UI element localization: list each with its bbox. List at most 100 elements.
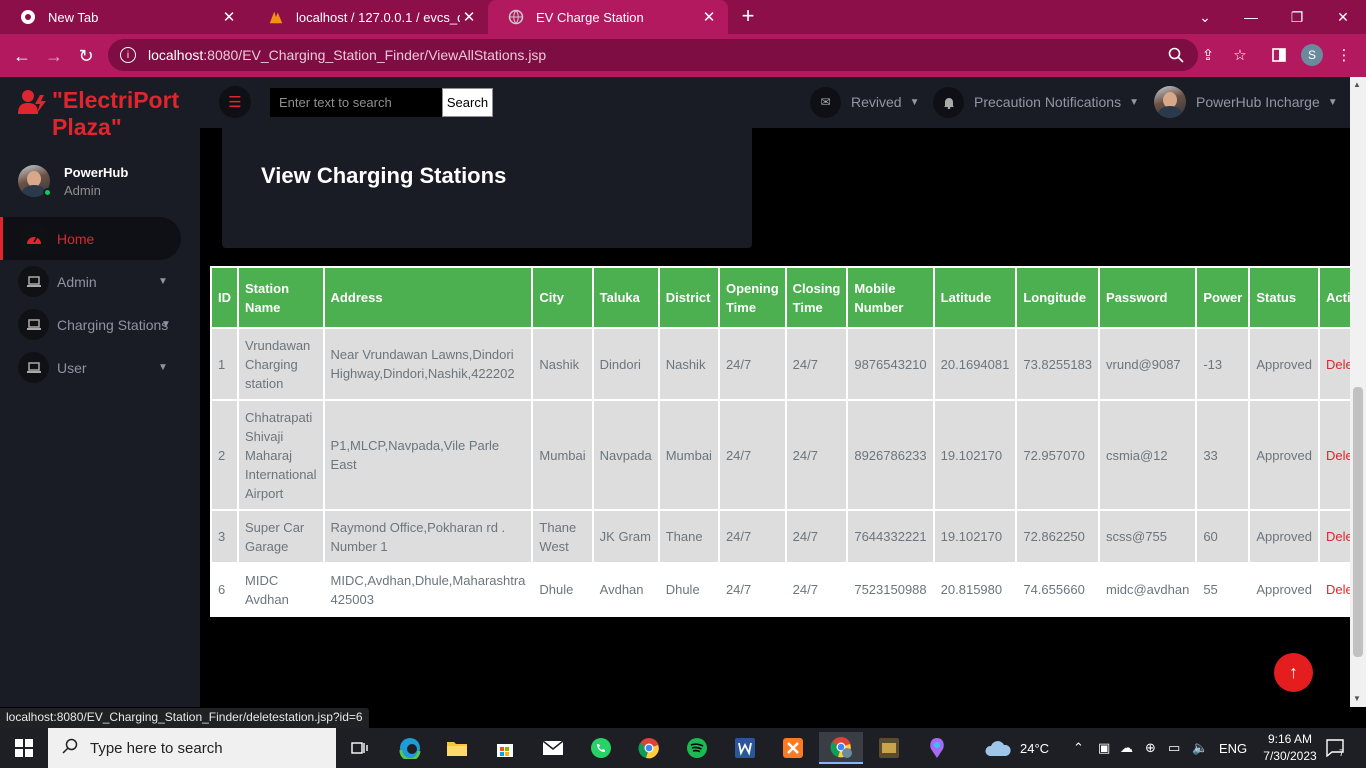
cell-longitude: 73.8255183	[1015, 327, 1101, 401]
close-icon[interactable]: ✕	[460, 8, 478, 26]
tab-phpmyadmin[interactable]: localhost / 127.0.0.1 / evcs_db / r ✕	[248, 0, 488, 34]
search-input[interactable]	[270, 88, 442, 117]
sidebar-item-charging-stations[interactable]: Charging Stations ▼	[0, 303, 181, 346]
tab-search-icon[interactable]: ⌄	[1182, 0, 1228, 34]
cell-station-name: Chhatrapati Shivaji Maharaj Internationa…	[237, 399, 325, 511]
file-explorer-icon[interactable]	[435, 732, 479, 764]
bookmark-star-icon[interactable]: ☆	[1229, 44, 1251, 66]
back-icon[interactable]: ←	[9, 43, 35, 69]
close-icon[interactable]: ✕	[700, 8, 718, 26]
laptop-icon	[18, 309, 49, 340]
url-text: localhost:8080/EV_Charging_Station_Finde…	[148, 47, 547, 63]
close-icon[interactable]: ✕	[220, 8, 238, 26]
minimize-icon[interactable]: —	[1228, 0, 1274, 34]
scroll-up-arrow-icon[interactable]: ▲	[1353, 80, 1361, 89]
scroll-down-arrow-icon[interactable]: ▼	[1353, 694, 1361, 703]
chevron-down-icon: ▼	[1129, 96, 1139, 108]
cell-longitude: 72.862250	[1015, 509, 1101, 564]
side-panel-icon[interactable]	[1268, 44, 1290, 66]
column-header: District	[657, 266, 720, 329]
hamburger-menu-icon[interactable]: ☰	[219, 86, 251, 118]
word-icon[interactable]	[723, 732, 767, 764]
profile-label: PowerHub Incharge	[1196, 94, 1320, 110]
table-row: 1 Vrundawan Charging station Near Vrunda…	[210, 327, 1366, 401]
cell-opening-time: 24/7	[717, 562, 787, 617]
reload-icon[interactable]: ↻	[73, 43, 99, 69]
cloud-icon[interactable]: ☁	[1120, 728, 1133, 768]
page-scrollbar[interactable]: ▲ ▼	[1350, 77, 1366, 707]
cell-status: Approved	[1248, 509, 1320, 564]
language-indicator[interactable]: ENG	[1219, 728, 1247, 768]
column-header: Closing Time	[784, 266, 849, 329]
spotify-icon[interactable]	[675, 732, 719, 764]
cell-address: MIDC,Avdhan,Dhule,Maharashtra 425003	[322, 562, 534, 617]
scrollbar-thumb[interactable]	[1353, 387, 1363, 657]
cell-power: 55	[1195, 562, 1251, 617]
close-window-icon[interactable]: ✕	[1320, 0, 1366, 34]
tab-new-tab[interactable]: New Tab ✕	[0, 0, 248, 34]
network-globe-icon[interactable]: ⊕	[1145, 728, 1156, 768]
cell-status: Approved	[1248, 327, 1320, 401]
xampp-icon[interactable]	[771, 732, 815, 764]
messages-label: Revived	[851, 94, 902, 110]
menu-kebab-icon[interactable]: ⋮	[1333, 44, 1355, 66]
weather-widget[interactable]: 24°C	[984, 728, 1049, 768]
cell-taluka: JK Gram	[591, 509, 660, 564]
cell-closing-time: 24/7	[784, 562, 849, 617]
cell-address: Raymond Office,Pokharan rd . Number 1	[322, 509, 534, 564]
cell-taluka: Dindori	[591, 327, 660, 401]
camera-icon[interactable]: ▣	[1098, 728, 1110, 768]
sidebar-item-label: User	[57, 359, 87, 376]
cell-password: midc@avdhan	[1098, 562, 1198, 617]
site-info-icon[interactable]: i	[120, 47, 136, 63]
sidebar-item-user[interactable]: User ▼	[0, 346, 181, 389]
restore-icon[interactable]: ❐	[1274, 0, 1320, 34]
link-status-bubble: localhost:8080/EV_Charging_Station_Finde…	[0, 708, 369, 728]
notifications-dropdown[interactable]: Precaution Notifications ▼	[933, 86, 1139, 118]
speedometer-icon	[18, 223, 49, 254]
volume-icon[interactable]: 🔈	[1192, 728, 1208, 768]
tray-chevron-up-icon[interactable]: ⌃	[1073, 728, 1084, 768]
scroll-to-top-button[interactable]: ↑	[1274, 653, 1313, 692]
phpmyadmin-icon	[268, 9, 284, 25]
profile-avatar[interactable]: S	[1301, 44, 1323, 66]
globe-icon	[508, 9, 524, 25]
game-icon[interactable]	[867, 732, 911, 764]
bell-icon	[933, 86, 964, 118]
windows-start-icon[interactable]	[0, 728, 48, 768]
online-status-dot	[43, 188, 52, 197]
chrome-icon[interactable]	[627, 732, 671, 764]
battery-icon[interactable]: ▭	[1168, 728, 1180, 768]
search-button[interactable]: Search	[442, 88, 493, 117]
tab-title: EV Charge Station	[536, 9, 644, 25]
tab-title: New Tab	[48, 9, 99, 25]
share-icon[interactable]: ⇪	[1197, 44, 1219, 66]
notification-center-icon[interactable]: 7	[1326, 728, 1351, 768]
paint-icon[interactable]	[915, 732, 959, 764]
address-bar[interactable]: i localhost:8080/EV_Charging_Station_Fin…	[108, 39, 1198, 71]
cell-city: Nashik	[531, 327, 594, 401]
mail-icon[interactable]	[531, 732, 575, 764]
edge-icon[interactable]	[388, 732, 432, 764]
whatsapp-icon[interactable]	[579, 732, 623, 764]
sidebar-item-admin[interactable]: Admin ▼	[0, 260, 181, 303]
profile-dropdown[interactable]: PowerHub Incharge ▼	[1154, 86, 1338, 118]
chrome-icon	[20, 9, 36, 25]
column-header: Latitude	[932, 266, 1018, 329]
cell-station-name: Super Car Garage	[237, 509, 325, 564]
zoom-icon[interactable]	[1165, 44, 1187, 66]
clock[interactable]: 9:16 AM 7/30/2023	[1254, 731, 1326, 765]
forward-icon[interactable]: →	[41, 43, 67, 69]
cell-city: Mumbai	[531, 399, 594, 511]
tab-ev-charge-station[interactable]: EV Charge Station ✕	[488, 0, 728, 34]
store-icon[interactable]	[483, 732, 527, 764]
chrome-profile-icon[interactable]	[819, 732, 863, 764]
taskbar-search-box[interactable]: Type here to search	[48, 728, 336, 768]
page-title: View Charging Stations	[261, 163, 507, 188]
cell-mobile: 9876543210	[846, 327, 935, 401]
task-view-icon[interactable]	[338, 732, 382, 764]
new-tab-button[interactable]: +	[736, 4, 760, 28]
sidebar-item-home[interactable]: Home	[0, 217, 181, 260]
messages-dropdown[interactable]: ✉ Revived ▼	[810, 86, 920, 118]
user-bolt-icon	[18, 89, 48, 115]
